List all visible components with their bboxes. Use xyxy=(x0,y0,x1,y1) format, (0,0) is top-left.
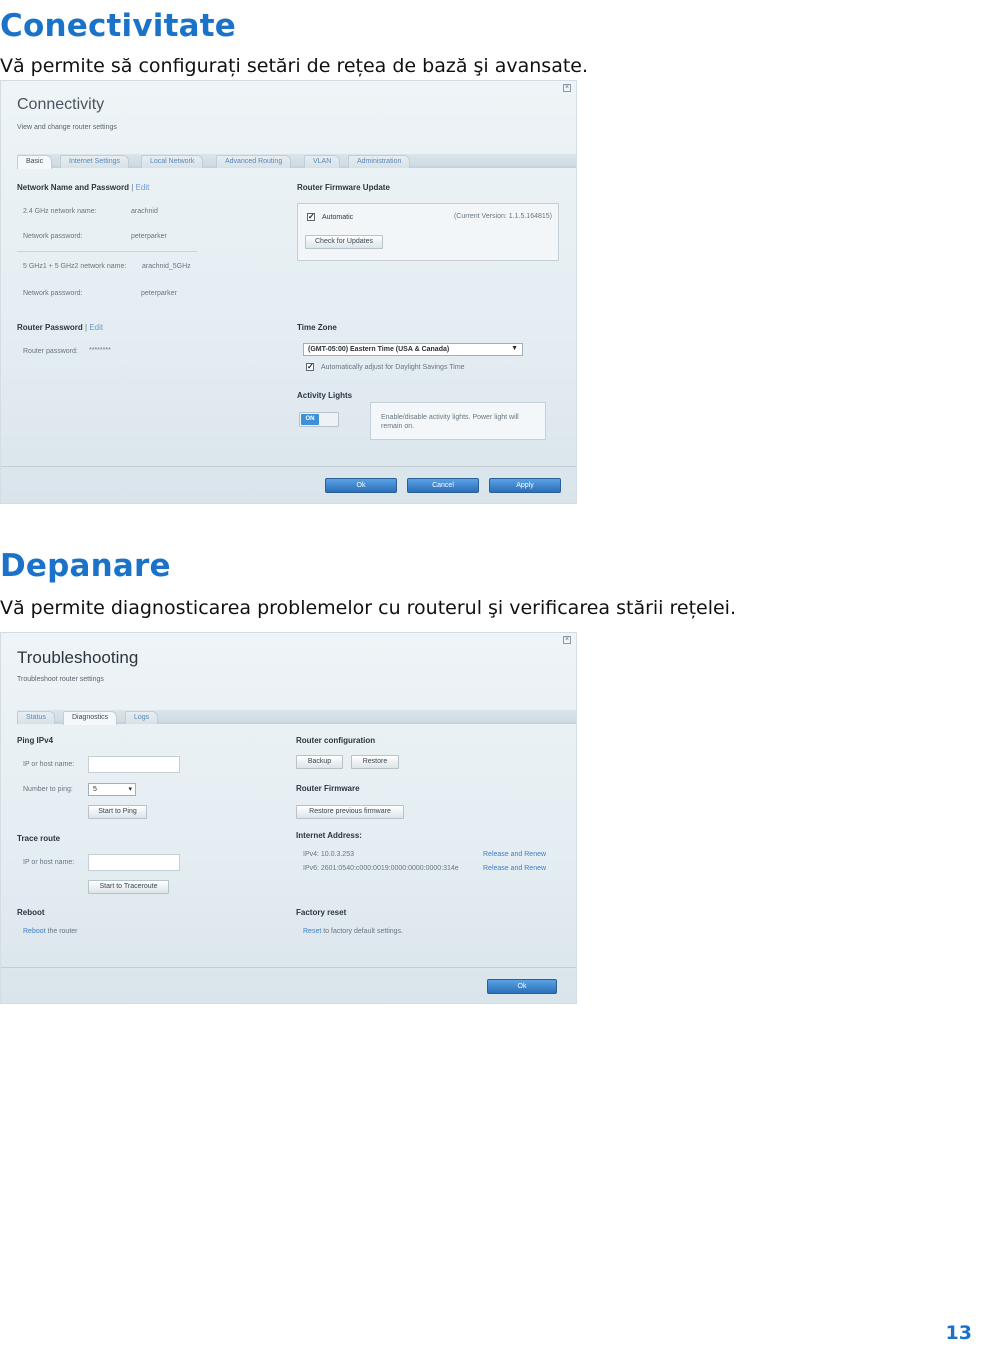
reboot-text: the router xyxy=(45,928,78,935)
chevron-down-icon: ▼ xyxy=(511,345,518,352)
internet-address-heading: Internet Address: xyxy=(296,831,362,840)
router-password-heading: Router Password | Edit xyxy=(17,323,104,332)
restore-firmware-button[interactable]: Restore previous firmware xyxy=(296,805,404,819)
page-title: Troubleshooting xyxy=(17,648,139,667)
ssid24-label: 2.4 GHz network name: xyxy=(23,208,97,215)
close-icon[interactable]: × xyxy=(563,84,571,92)
page-number: 13 xyxy=(945,1322,972,1344)
current-version: (Current Version: 1.1.5.164815) xyxy=(453,213,552,220)
release-renew-ipv4-link[interactable]: Release and Renew xyxy=(483,851,546,858)
ssid5-value: arachnid_5GHz xyxy=(142,263,191,270)
dst-label: Automatically adjust for Daylight Saving… xyxy=(321,364,465,371)
tab-administration[interactable]: Administration xyxy=(348,155,411,168)
tab-vlan[interactable]: VLAN xyxy=(304,155,341,168)
activity-lights-toggle[interactable]: ON xyxy=(299,412,339,427)
reboot-link[interactable]: Reboot xyxy=(23,928,46,935)
page-subtitle: View and change router settings xyxy=(17,124,117,131)
ping-count-select[interactable]: 5 ▾ xyxy=(88,783,136,796)
cancel-button[interactable]: Cancel xyxy=(407,478,479,493)
ipv6-address: IPv6: 2601:0540:c000:0019:0000:0000:0000… xyxy=(303,865,459,872)
ssid24-value: arachnid xyxy=(131,208,158,215)
close-icon[interactable]: × xyxy=(563,636,571,644)
activity-note: Enable/disable activity lights. Power li… xyxy=(381,414,519,430)
tab-status[interactable]: Status xyxy=(17,711,55,724)
network-password-5-label: Network password: xyxy=(23,290,83,297)
ping-host-label: IP or host name: xyxy=(23,761,75,768)
section-desc-troubleshooting: Vă permite diagnosticarea problemelor cu… xyxy=(0,597,736,619)
page-title: Connectivity xyxy=(17,96,105,113)
router-password-value: ******** xyxy=(89,347,111,354)
section-title-connectivity: Conectivitate xyxy=(0,8,236,44)
tab-bar: Status Diagnostics Logs xyxy=(17,710,576,725)
tab-internet-settings[interactable]: Internet Settings xyxy=(60,155,129,168)
divider xyxy=(17,251,197,252)
time-zone-selected: (GMT-05:00) Eastern Time (USA & Canada) xyxy=(308,346,450,353)
ping-host-input[interactable] xyxy=(88,756,180,773)
ping-count-value: 5 xyxy=(93,786,97,793)
tab-bar: Basic Internet Settings Local Network Ad… xyxy=(17,154,576,169)
release-renew-ipv6-link[interactable]: Release and Renew xyxy=(483,865,546,872)
network-password-value: peterparker xyxy=(131,233,167,240)
footer-divider xyxy=(1,967,576,968)
router-firmware-heading: Router Firmware xyxy=(296,784,360,793)
router-config-heading: Router configuration xyxy=(296,736,376,745)
factory-reset-heading: Factory reset xyxy=(296,908,347,917)
edit-network-link[interactable]: Edit xyxy=(136,183,150,192)
tab-basic[interactable]: Basic xyxy=(17,155,53,169)
start-traceroute-button[interactable]: Start to Traceroute xyxy=(88,880,169,894)
automatic-label: Automatic xyxy=(322,214,354,221)
time-zone-heading: Time Zone xyxy=(297,323,337,332)
ok-button[interactable]: Ok xyxy=(325,478,397,493)
ok-button[interactable]: Ok xyxy=(487,979,557,994)
factory-reset-link[interactable]: Reset xyxy=(303,928,321,935)
connectivity-screenshot: × Connectivity View and change router se… xyxy=(0,80,577,504)
tab-local-network[interactable]: Local Network xyxy=(141,155,204,168)
tab-logs[interactable]: Logs xyxy=(125,711,159,724)
activity-lights-heading: Activity Lights xyxy=(297,391,353,400)
network-password-label: Network password: xyxy=(23,233,83,240)
ssid5-label: 5 GHz1 + 5 GHz2 network name: xyxy=(23,263,127,270)
factory-reset-text: to factory default settings. xyxy=(321,928,404,935)
tab-advanced-routing[interactable]: Advanced Routing xyxy=(216,155,292,168)
backup-button[interactable]: Backup xyxy=(296,755,343,769)
traceroute-heading: Trace route xyxy=(17,834,61,843)
troubleshooting-screenshot: × Troubleshooting Troubleshoot router se… xyxy=(0,632,577,1004)
toggle-on-label: ON xyxy=(301,414,319,425)
ipv4-address: IPv4: 10.0.3.253 xyxy=(303,851,354,858)
start-ping-button[interactable]: Start to Ping xyxy=(88,805,147,819)
network-password-5-value: peterparker xyxy=(141,290,177,297)
trace-host-label: IP or host name: xyxy=(23,859,75,866)
edit-router-password-link[interactable]: Edit xyxy=(89,323,103,332)
apply-button[interactable]: Apply xyxy=(489,478,561,493)
restore-button[interactable]: Restore xyxy=(351,755,399,769)
dst-checkbox[interactable]: ✓ xyxy=(306,363,314,371)
router-password-label: Router password: xyxy=(23,348,78,355)
activity-note-box: Enable/disable activity lights. Power li… xyxy=(370,402,546,440)
page-subtitle: Troubleshoot router settings xyxy=(17,676,104,683)
network-name-heading: Network Name and Password | Edit xyxy=(17,183,150,192)
automatic-checkbox[interactable]: ✓ xyxy=(307,213,315,221)
footer-divider xyxy=(1,466,576,467)
check-for-updates-button[interactable]: Check for Updates xyxy=(305,235,383,249)
section-title-troubleshooting: Depanare xyxy=(0,548,171,584)
firmware-update-box: ✓ Automatic (Current Version: 1.1.5.1648… xyxy=(297,203,559,261)
time-zone-select[interactable]: (GMT-05:00) Eastern Time (USA & Canada) … xyxy=(303,343,523,356)
factory-reset-line: Reset to factory default settings. xyxy=(303,928,403,935)
section-desc-connectivity: Vă permite să configurați setări de rețe… xyxy=(0,55,589,77)
trace-host-input[interactable] xyxy=(88,854,180,871)
chevron-down-icon: ▾ xyxy=(128,786,132,793)
firmware-update-heading: Router Firmware Update xyxy=(297,183,390,192)
tab-diagnostics[interactable]: Diagnostics xyxy=(63,711,118,725)
ping-heading: Ping IPv4 xyxy=(17,736,54,745)
reboot-line: Reboot the router xyxy=(23,928,78,935)
ping-count-label: Number to ping: xyxy=(23,786,73,793)
reboot-heading: Reboot xyxy=(17,908,45,917)
